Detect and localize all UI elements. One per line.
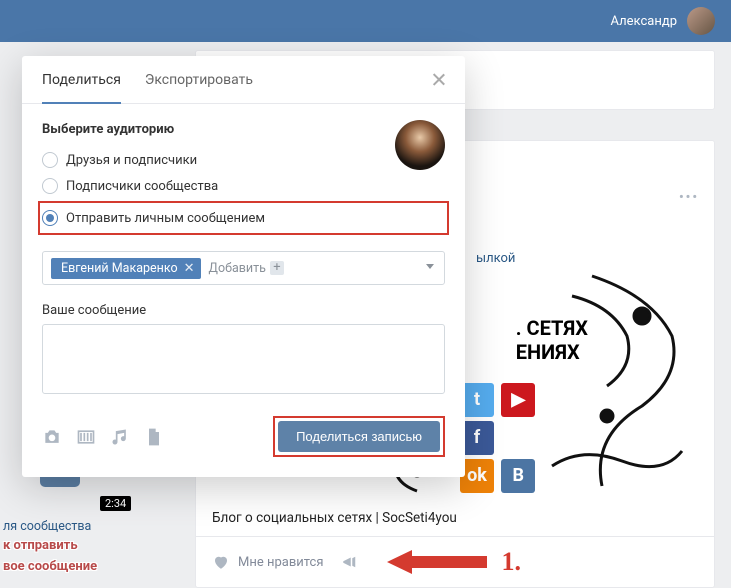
image-text: . СЕТЯХ ЕНИЯХ — [516, 316, 588, 364]
highlight-box-2: Отправить личным сообщением — [38, 201, 449, 235]
link-fragment[interactable]: ылкой — [476, 251, 714, 266]
annotation-arrow-1 — [387, 547, 487, 577]
camera-icon[interactable] — [42, 427, 62, 447]
avatar[interactable] — [687, 7, 715, 35]
top-bar: Александр — [0, 0, 731, 42]
modal-tabs: Поделиться Экспортировать — [22, 56, 465, 104]
like-label[interactable]: Мне нравится — [238, 555, 323, 570]
highlight-box-3: Поделиться записью — [273, 416, 445, 457]
facebook-icon: f — [460, 421, 494, 455]
share-icon[interactable] — [341, 553, 359, 571]
radio-dot-icon — [42, 178, 58, 194]
audience-title: Выберите аудиторию — [42, 122, 445, 137]
music-icon[interactable] — [110, 427, 130, 447]
twitter-icon: t — [460, 383, 494, 417]
post-title[interactable]: Блог о социальных сетях | SocSeti4you — [196, 496, 714, 536]
ok-icon: ok — [460, 459, 494, 493]
community-caption[interactable]: ля сообщества — [3, 519, 180, 534]
duration-badge: 2:34 — [100, 496, 131, 511]
youtube-icon: ▶ — [501, 383, 535, 417]
message-label: Ваше сообщение — [42, 303, 445, 318]
tutorial-text-1: к отправить — [3, 538, 180, 555]
share-modal: Поделиться Экспортировать Выберите аудит… — [22, 56, 465, 477]
left-strip-2: к отправить вое сообщение — [0, 534, 180, 576]
close-icon[interactable] — [429, 70, 449, 90]
tab-export[interactable]: Экспортировать — [145, 56, 253, 103]
document-icon[interactable] — [144, 427, 164, 447]
recipient-picker[interactable]: Евгений Макаренко ✕ Добавить + — [42, 251, 445, 285]
like-icon[interactable] — [212, 553, 230, 571]
chevron-down-icon[interactable] — [426, 264, 434, 269]
radio-label: Отправить личным сообщением — [66, 211, 265, 226]
annotation-1: 1. — [501, 547, 521, 577]
radio-friends[interactable]: Друзья и подписчики — [42, 147, 445, 173]
post-footer: Мне нравится 1. — [196, 536, 714, 587]
vk-icon: B — [501, 459, 535, 493]
more-menu-icon[interactable]: ••• — [679, 190, 699, 205]
radio-label: Друзья и подписчики — [66, 153, 197, 168]
plus-icon[interactable]: + — [270, 261, 284, 275]
tutorial-text-2: вое сообщение — [3, 559, 180, 576]
add-label[interactable]: Добавить — [209, 261, 266, 276]
social-icons: t ▶ f ok B — [458, 381, 548, 495]
chip-name: Евгений Макаренко — [61, 261, 178, 276]
chip-remove-icon[interactable]: ✕ — [184, 261, 195, 276]
attach-row — [42, 427, 164, 447]
tab-share[interactable]: Поделиться — [42, 56, 121, 104]
message-input[interactable] — [42, 324, 445, 394]
username[interactable]: Александр — [611, 14, 677, 29]
radio-dot-icon — [42, 152, 58, 168]
radio-dot-icon — [42, 210, 58, 226]
recipient-chip: Евгений Макаренко ✕ — [51, 258, 201, 279]
radio-private-message[interactable]: Отправить личным сообщением — [42, 205, 445, 231]
video-icon[interactable] — [76, 427, 96, 447]
radio-label: Подписчики сообщества — [66, 179, 218, 194]
radio-community[interactable]: Подписчики сообщества — [42, 173, 445, 199]
share-button[interactable]: Поделиться записью — [278, 421, 440, 452]
profile-picture — [395, 120, 445, 170]
